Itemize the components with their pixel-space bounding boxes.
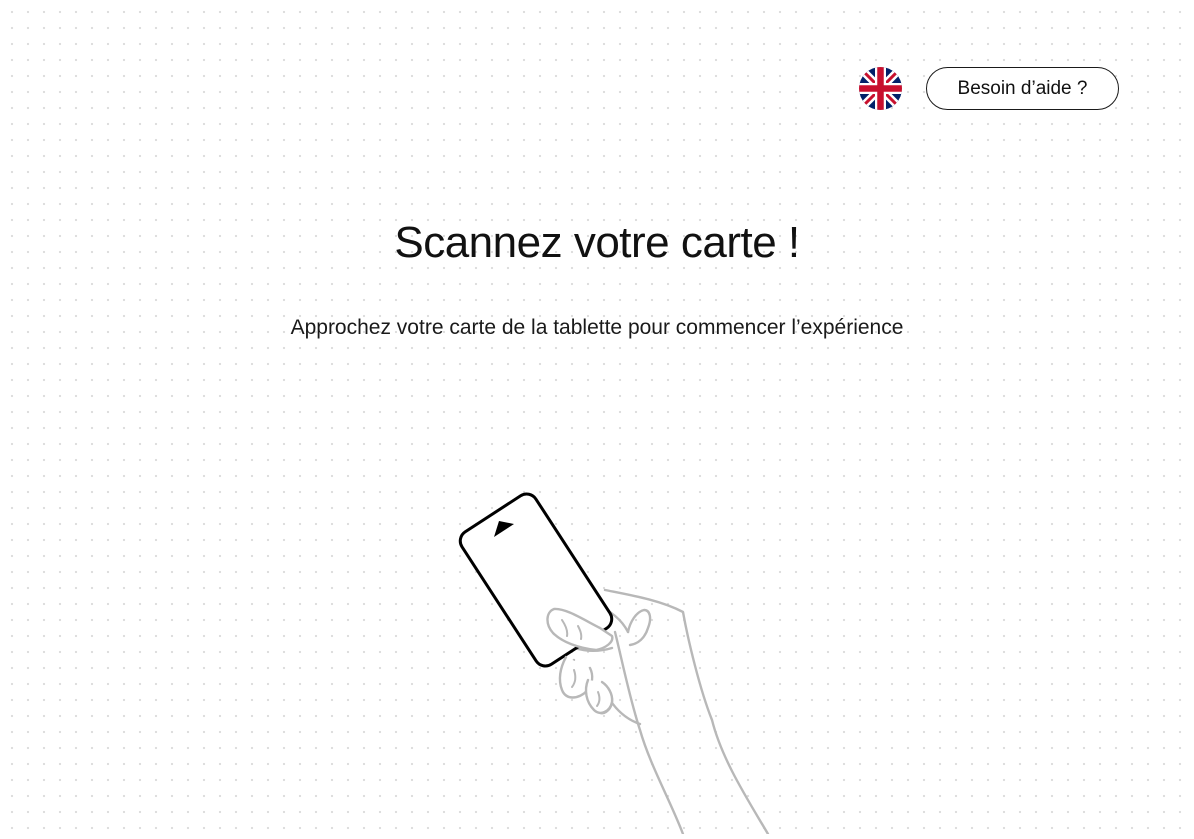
page-subtitle: Approchez votre carte de la tablette pou…: [290, 316, 904, 339]
hand-holding-card-icon: [440, 475, 780, 836]
uk-flag-icon[interactable]: [859, 67, 902, 110]
help-button[interactable]: Besoin d’aide ?: [926, 67, 1119, 110]
page-title: Scannez votre carte !: [394, 218, 800, 267]
